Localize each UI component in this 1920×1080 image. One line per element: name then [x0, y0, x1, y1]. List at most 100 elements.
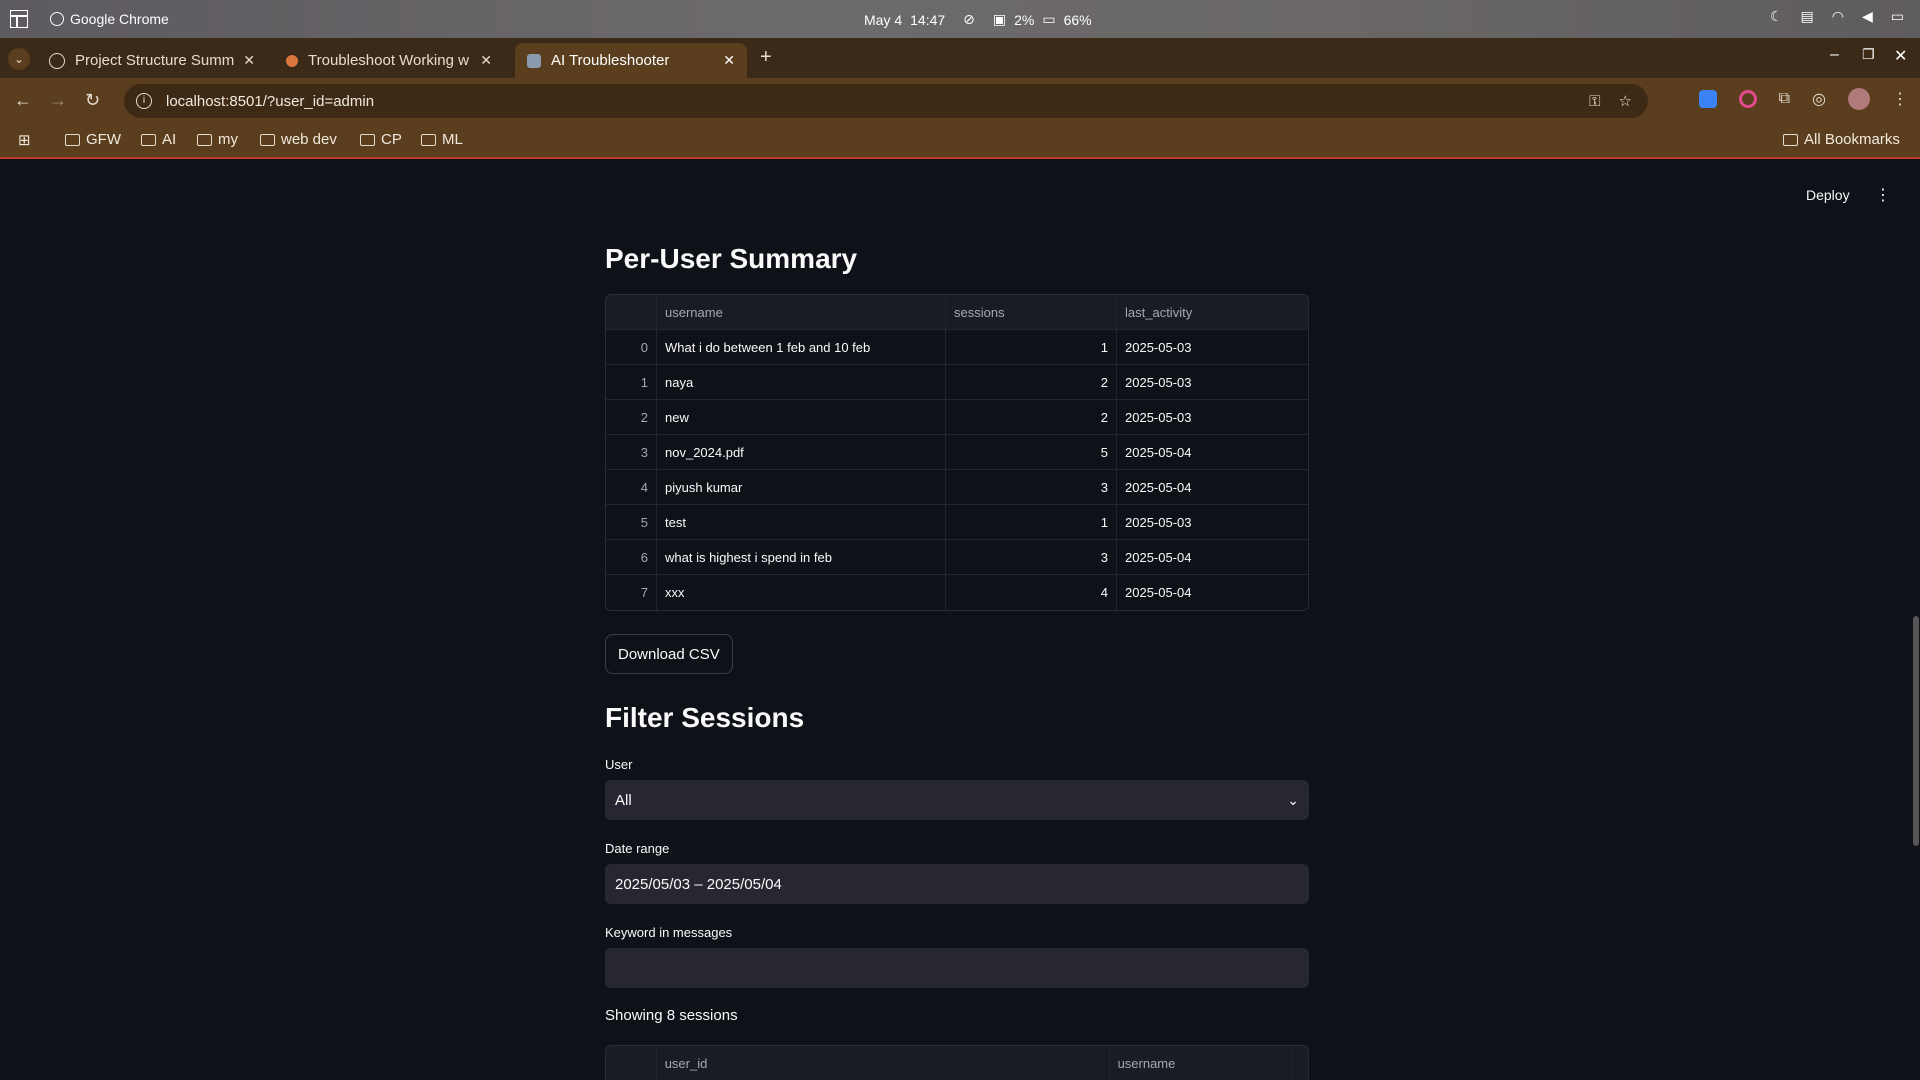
forward-icon[interactable]: →: [49, 90, 67, 111]
url-text: localhost:8501/?user_id=admin: [166, 92, 375, 110]
cell-sessions[interactable]: 4: [946, 575, 1117, 610]
user-select[interactable]: All ⌄: [605, 780, 1309, 820]
back-icon[interactable]: ←: [14, 90, 32, 111]
folder-icon: [65, 133, 80, 146]
tab-project-structure[interactable]: Project Structure Summ ✕: [37, 43, 267, 78]
column-header-more[interactable]: [1292, 1046, 1308, 1080]
column-header-last-activity[interactable]: last_activity: [1117, 295, 1308, 329]
summary-table[interactable]: username sessions last_activity 0 What i …: [605, 294, 1309, 611]
password-key-icon[interactable]: ⚿: [1589, 93, 1600, 110]
all-bookmarks-label: All Bookmarks: [1804, 131, 1900, 148]
close-tab-icon[interactable]: ✕: [480, 52, 492, 69]
folder-icon: [421, 133, 436, 146]
column-header-user-id[interactable]: user_id: [657, 1046, 1110, 1080]
toolbar-icons: ⧉ ◎ ⋮: [1698, 88, 1908, 110]
table-row[interactable]: 3 nov_2024.pdf 5 2025-05-04: [606, 435, 1308, 470]
cell-last-activity[interactable]: 2025-05-03: [1117, 505, 1308, 539]
date-range-input[interactable]: 2025/05/03 – 2025/05/04: [605, 864, 1309, 904]
cell-last-activity[interactable]: 2025-05-04: [1117, 540, 1308, 574]
media-icon[interactable]: ◎: [1812, 89, 1826, 109]
bookmark-cp[interactable]: CP: [360, 131, 402, 148]
bookmark-ml[interactable]: ML: [421, 131, 463, 148]
restore-icon[interactable]: ❐: [1862, 46, 1875, 63]
tab-strip: ⌄ Project Structure Summ ✕ Troubleshoot …: [0, 38, 1920, 78]
activities-icon[interactable]: [10, 10, 28, 28]
os-top-bar: Google Chrome May 4 14:47 ⊘ ▣ 2% ▭ 66% ☾…: [0, 0, 1920, 38]
tab-search-icon[interactable]: ⌄: [8, 48, 30, 70]
close-tab-icon[interactable]: ✕: [723, 52, 735, 69]
row-index: 4: [606, 470, 657, 504]
keyword-input[interactable]: [605, 948, 1309, 988]
clipboard-icon[interactable]: ▤: [1801, 8, 1814, 25]
user-select-value: All: [615, 791, 632, 809]
cell-username[interactable]: naya: [657, 365, 946, 399]
profile-avatar[interactable]: [1848, 88, 1870, 110]
table-row[interactable]: 6 what is highest i spend in feb 3 2025-05-…: [606, 540, 1308, 575]
menu-kebab-icon[interactable]: ⋮: [1892, 89, 1908, 109]
minimize-icon[interactable]: –: [1830, 46, 1839, 64]
date-range-value: 2025/05/03 – 2025/05/04: [615, 875, 782, 893]
bookmark-gfw[interactable]: GFW: [65, 131, 121, 148]
site-info-icon[interactable]: i: [136, 93, 152, 109]
cell-sessions[interactable]: 2: [946, 400, 1117, 434]
cell-sessions[interactable]: 2: [946, 365, 1117, 399]
cell-username[interactable]: test: [657, 505, 946, 539]
cell-username[interactable]: what is highest i spend in feb: [657, 540, 946, 574]
tab-ai-troubleshooter[interactable]: AI Troubleshooter ✕: [515, 43, 747, 78]
sessions-table[interactable]: user_id username: [605, 1045, 1309, 1080]
wifi-icon[interactable]: ◠: [1832, 8, 1844, 25]
extensions-puzzle-icon[interactable]: ⧉: [1779, 90, 1790, 108]
cell-username[interactable]: piyush kumar: [657, 470, 946, 504]
cell-last-activity[interactable]: 2025-05-03: [1117, 365, 1308, 399]
all-bookmarks[interactable]: All Bookmarks: [1783, 131, 1900, 148]
extension-color-icon[interactable]: [1738, 90, 1757, 108]
new-tab-icon[interactable]: +: [760, 46, 772, 69]
column-header-username[interactable]: username: [1110, 1046, 1292, 1080]
close-window-icon[interactable]: ✕: [1894, 46, 1907, 66]
bookmark-star-icon[interactable]: ☆: [1619, 92, 1632, 110]
apps-grid-icon[interactable]: ⊞: [18, 131, 31, 149]
close-tab-icon[interactable]: ✕: [243, 52, 255, 69]
folder-icon: [1783, 133, 1798, 146]
clock-area[interactable]: May 4 14:47 ⊘ ▣ 2% ▭ 66%: [864, 11, 1092, 28]
volume-icon[interactable]: ◀: [1862, 8, 1873, 25]
table-row[interactable]: 5 test 1 2025-05-03: [606, 505, 1308, 540]
bookmark-web-dev[interactable]: web dev: [260, 131, 337, 148]
active-app[interactable]: Google Chrome: [50, 11, 169, 27]
cell-username[interactable]: What i do between 1 feb and 10 feb: [657, 330, 946, 364]
cell-sessions[interactable]: 5: [946, 435, 1117, 469]
time: 14:47: [910, 11, 946, 28]
bookmark-ai[interactable]: AI: [141, 131, 176, 148]
cell-username[interactable]: xxx: [657, 575, 946, 610]
cell-username[interactable]: nov_2024.pdf: [657, 435, 946, 469]
cell-sessions[interactable]: 3: [946, 470, 1117, 504]
cell-last-activity[interactable]: 2025-05-04: [1117, 435, 1308, 469]
deploy-button[interactable]: Deploy: [1806, 187, 1850, 203]
cell-sessions[interactable]: 1: [946, 505, 1117, 539]
tab-troubleshoot[interactable]: Troubleshoot Working w ✕: [274, 43, 504, 78]
table-row[interactable]: 0 What i do between 1 feb and 10 feb 1 2025…: [606, 330, 1308, 365]
battery-tray-icon[interactable]: ▭: [1891, 8, 1904, 25]
table-row[interactable]: 4 piyush kumar 3 2025-05-04: [606, 470, 1308, 505]
download-csv-button[interactable]: Download CSV: [605, 634, 733, 674]
reload-icon[interactable]: ↻: [85, 90, 100, 111]
cell-last-activity[interactable]: 2025-05-04: [1117, 470, 1308, 504]
night-mode-icon[interactable]: ☾: [1770, 8, 1783, 25]
bookmarks-bar: ⊞ GFW AI my web dev CP ML All Bookmarks: [0, 123, 1920, 159]
column-header-username[interactable]: username: [657, 295, 946, 329]
page-scrollbar[interactable]: [1913, 616, 1919, 846]
cell-last-activity[interactable]: 2025-05-03: [1117, 400, 1308, 434]
bookmark-my[interactable]: my: [197, 131, 238, 148]
table-row[interactable]: 2 new 2 2025-05-03: [606, 400, 1308, 435]
extension-blue-icon[interactable]: [1698, 90, 1717, 108]
cell-sessions[interactable]: 1: [946, 330, 1117, 364]
cell-last-activity[interactable]: 2025-05-03: [1117, 330, 1308, 364]
cell-last-activity[interactable]: 2025-05-04: [1117, 575, 1308, 610]
address-bar[interactable]: i localhost:8501/?user_id=admin ⚿ ☆: [124, 84, 1648, 118]
table-row[interactable]: 1 naya 2 2025-05-03: [606, 365, 1308, 400]
cell-username[interactable]: new: [657, 400, 946, 434]
app-menu-icon[interactable]: ⋮: [1875, 185, 1891, 205]
column-header-sessions[interactable]: sessions: [946, 295, 1117, 329]
cell-sessions[interactable]: 3: [946, 540, 1117, 574]
table-row[interactable]: 7 xxx 4 2025-05-04: [606, 575, 1308, 610]
